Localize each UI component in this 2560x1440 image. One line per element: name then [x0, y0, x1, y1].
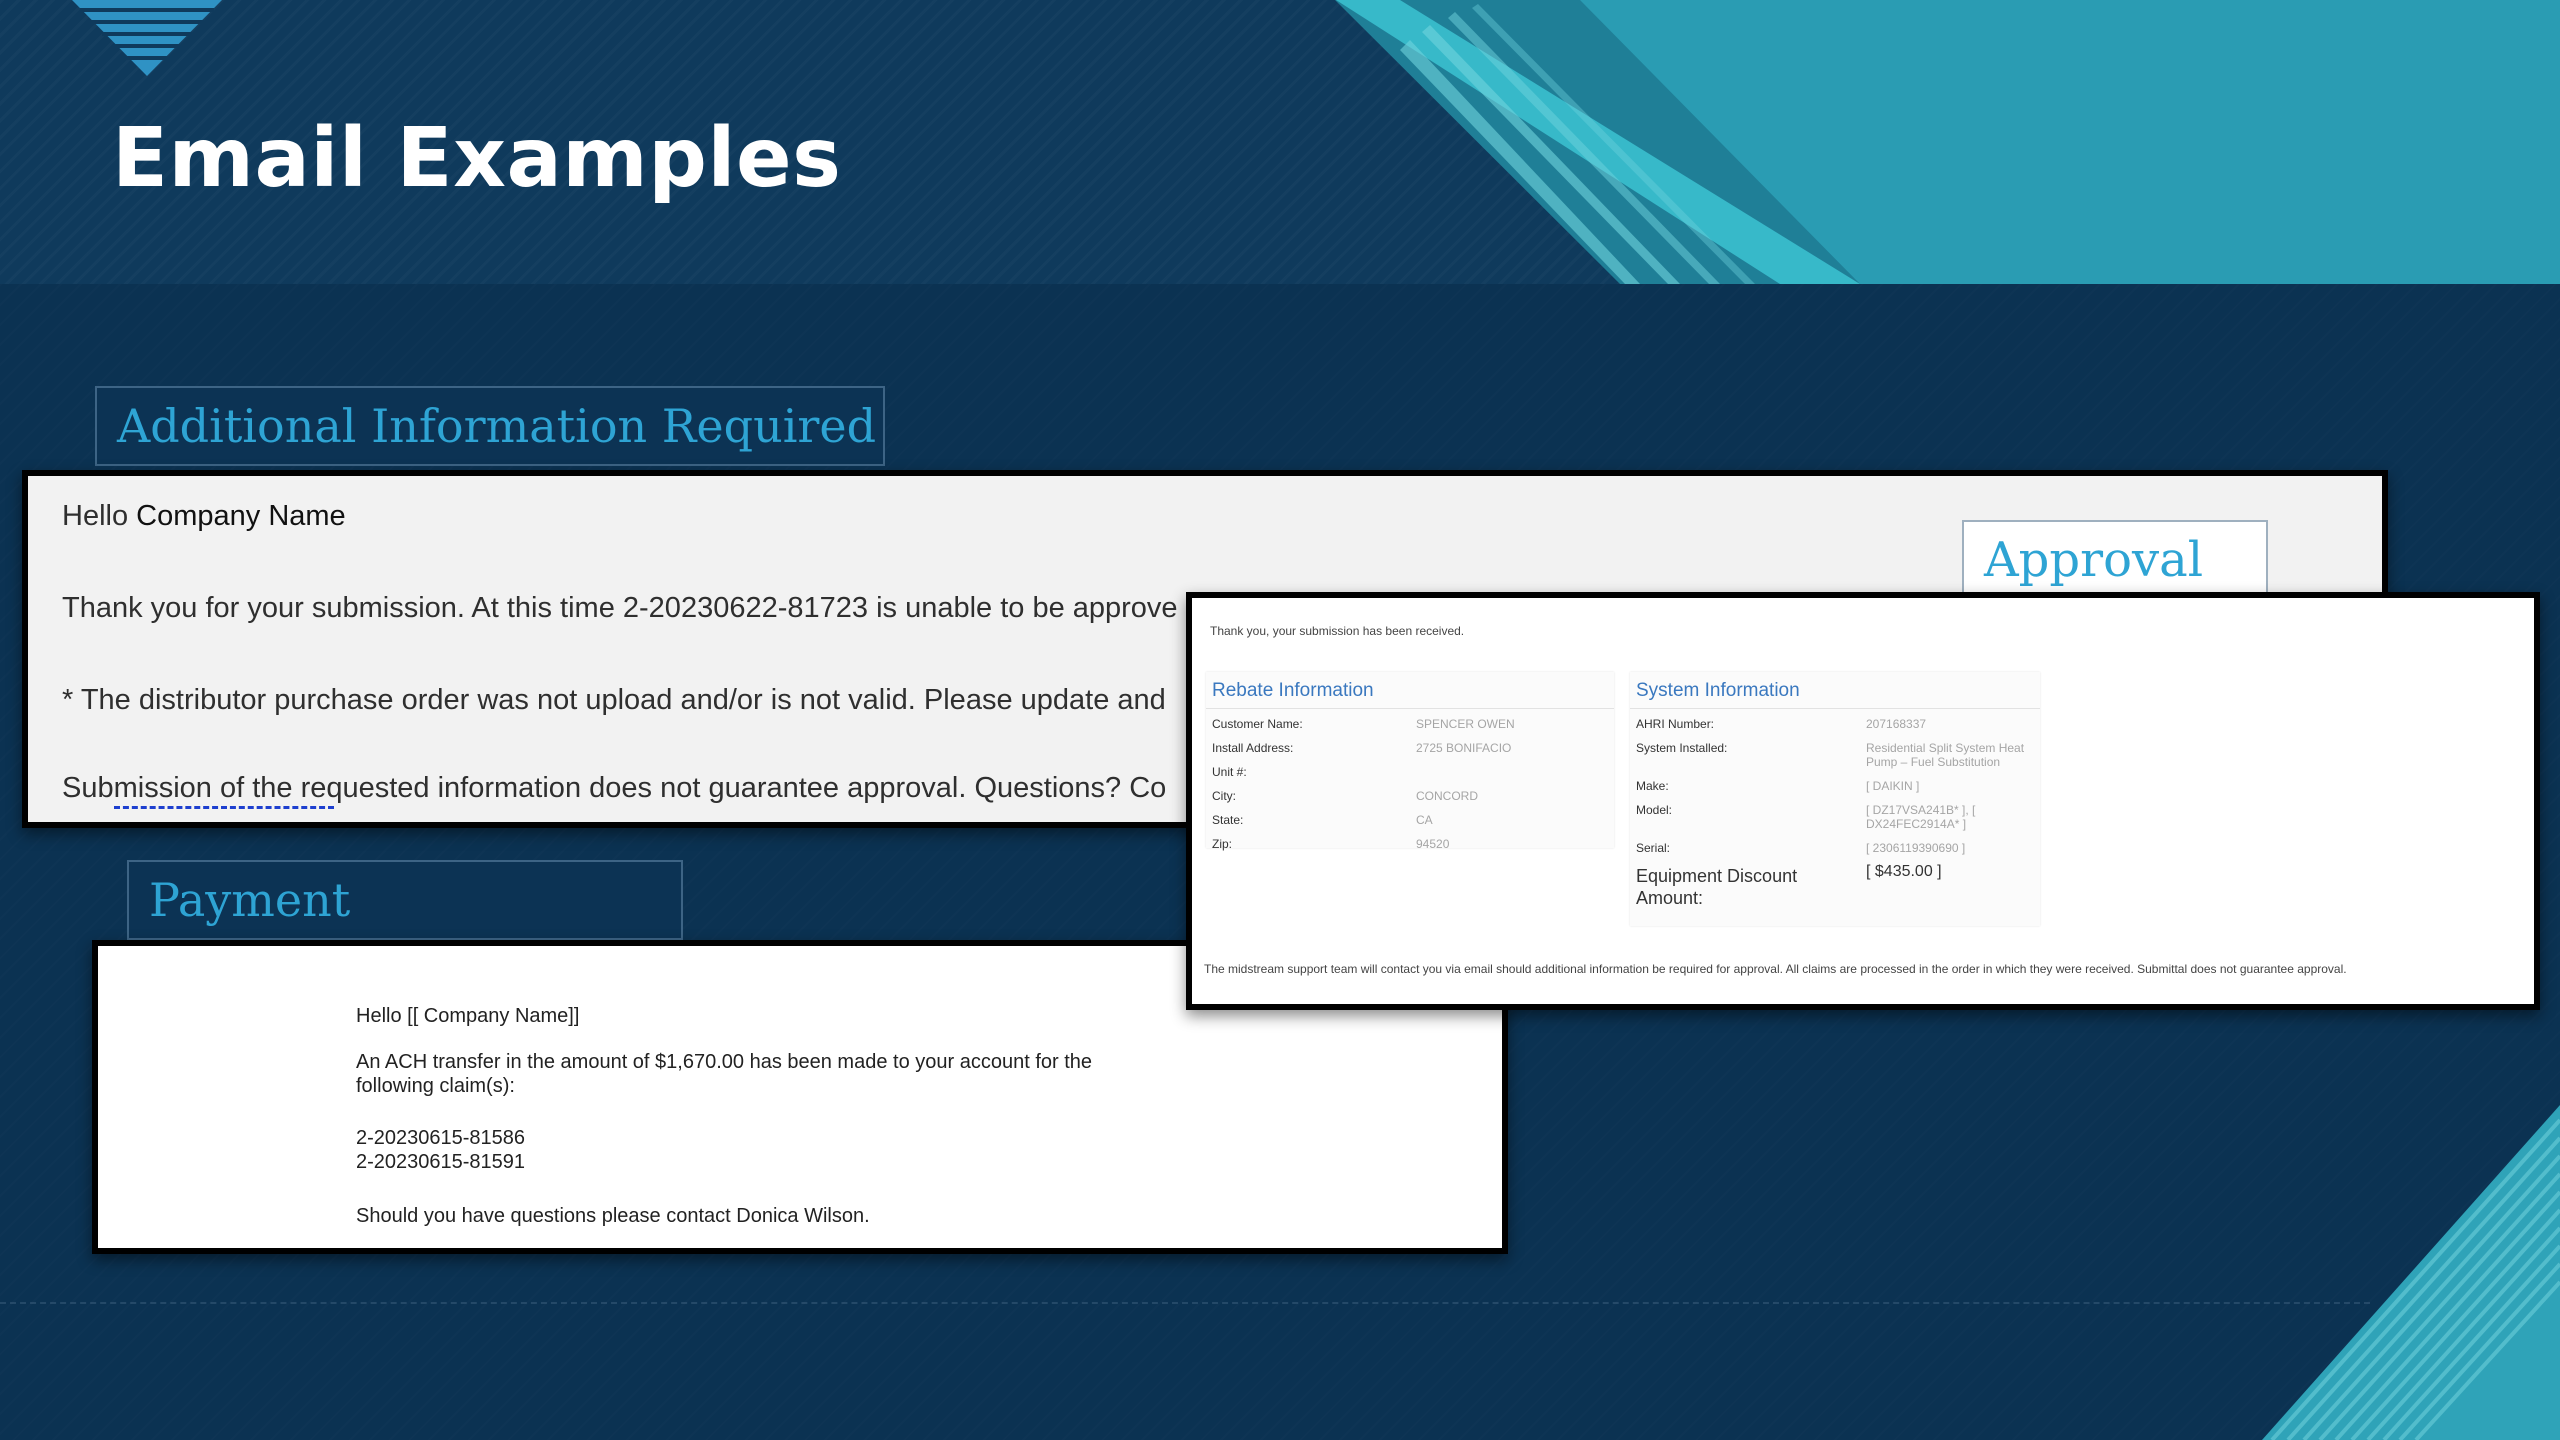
ach-transfer-line-2: following claim(s):: [356, 1075, 515, 1097]
rebate-row: Install Address: 2725 BONIFACIO: [1212, 741, 1512, 755]
rebate-row: Zip: 94520: [1212, 837, 1450, 851]
rebate-row: Unit #:: [1212, 765, 1247, 779]
purchase-order-note: * The distributor purchase order was not…: [62, 684, 1166, 716]
rebate-row: Customer Name: SPENCER OWEN: [1212, 717, 1515, 731]
additional-info-label: Additional Information Required: [95, 386, 885, 466]
rebate-info-title: Rebate Information: [1206, 672, 1614, 709]
system-row: Model:[ DZ17VSA241B* ], [ DX24FEC2914A* …: [1636, 803, 1976, 831]
system-row: System Installed: Residential Split Syste…: [1636, 741, 2025, 769]
payment-greeting: Hello [[ Company Name]]: [356, 1005, 580, 1027]
greeting-prefix: Hello: [62, 500, 129, 532]
greeting-line: Hello Company Name: [62, 500, 346, 533]
system-row: AHRI Number: 207168337: [1636, 717, 1927, 731]
ach-transfer-line: An ACH transfer in the amount of $1,670.…: [356, 1051, 1093, 1073]
chevron-logo-icon: [72, 0, 222, 76]
slide-title: Email Examples: [112, 111, 842, 206]
rebate-row: City: CONCORD: [1212, 789, 1478, 803]
claim-id: 2-20230615-81591: [356, 1151, 526, 1173]
approval-label: Approval: [1962, 520, 2268, 600]
claim-id: 2-20230615-81586: [356, 1127, 526, 1149]
approval-thanks-line: Thank you, your submission has been rece…: [1210, 624, 1465, 638]
payment-label-text: Payment: [149, 873, 351, 927]
rebate-row: State: CA: [1212, 813, 1433, 827]
payment-contact-line: Should you have questions please contact…: [356, 1205, 870, 1227]
approval-footer-note: The midstream support team will contact …: [1204, 962, 2347, 976]
footer-divider: [0, 1302, 2370, 1304]
company-name: Company Name: [136, 500, 346, 532]
payment-label: Payment: [127, 860, 683, 940]
rebate-info-card: Rebate Information Customer Name: SPENCER…: [1206, 672, 1614, 851]
discount-row: Equipment Discount Amount:[ $435.00 ]: [1636, 863, 1942, 909]
system-row: Make:[ DAIKIN ]: [1636, 779, 1920, 793]
email-link-cutoff[interactable]: [114, 806, 334, 815]
submission-status-line: Thank you for your submission. At this t…: [62, 592, 1178, 624]
slide-header: Email Examples: [0, 0, 2560, 284]
approval-label-text: Approval: [1984, 532, 2204, 588]
system-row: Serial:[ 2306119390690 ]: [1636, 841, 1966, 855]
approval-email-screenshot: Thank you, your submission has been rece…: [1186, 592, 2540, 1010]
additional-info-label-text: Additional Information Required: [117, 399, 877, 453]
disclaimer-line: Submission of the requested information …: [62, 772, 1167, 804]
system-info-card: System Information AHRI Number: 207168337…: [1630, 672, 2040, 926]
system-info-title: System Information: [1630, 672, 2040, 709]
